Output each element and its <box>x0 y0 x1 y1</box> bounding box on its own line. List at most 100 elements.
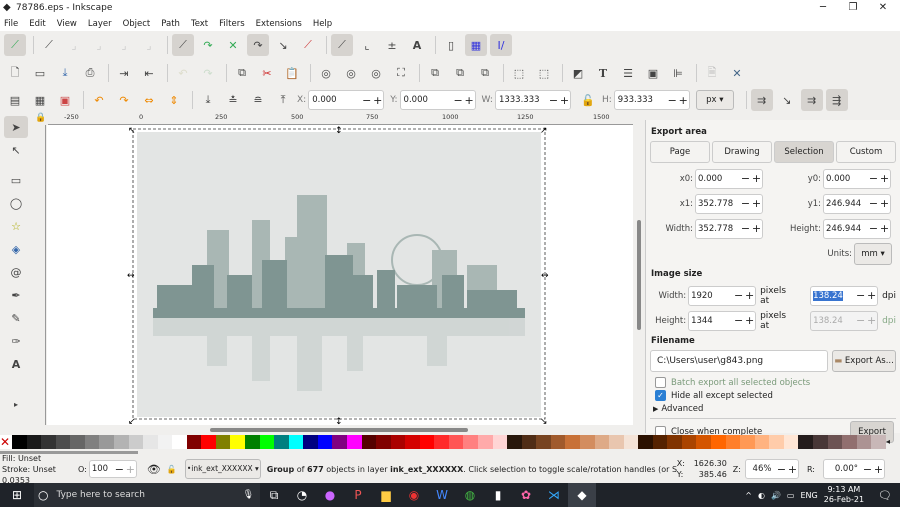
word-icon[interactable]: W <box>428 483 456 507</box>
width-decrement[interactable]: − <box>740 222 751 235</box>
h-field[interactable]: 933.333− + <box>613 90 690 110</box>
color-swatch[interactable] <box>259 435 275 449</box>
move-gradients-icon[interactable]: ⇉ <box>800 89 823 111</box>
img-height-decrement[interactable]: − <box>733 314 744 327</box>
select-all-icon[interactable]: ▤ <box>4 89 26 111</box>
stroke-value[interactable]: Unset <box>33 465 56 474</box>
color-swatch[interactable] <box>871 435 886 449</box>
calligraphy-tool-icon[interactable]: ✑ <box>4 330 28 352</box>
img-width-value[interactable]: 1920 <box>689 291 733 301</box>
color-swatch[interactable] <box>463 435 478 449</box>
menu-help[interactable]: Help <box>313 19 332 29</box>
star-tool-icon[interactable]: ☆ <box>4 215 28 237</box>
zoom-field[interactable]: 46% − + <box>744 459 799 479</box>
dpi-field[interactable]: 138.24 − + <box>810 285 879 306</box>
clock[interactable]: 9:13 AM 26-Feb-21 <box>824 485 864 505</box>
export-as-button[interactable]: ▬ Export As... <box>832 350 896 372</box>
flip-horizontal-icon[interactable]: ⇔ <box>138 89 160 111</box>
color-swatch[interactable] <box>201 435 216 449</box>
duplicate-icon[interactable]: ⧉ <box>424 62 446 84</box>
y0-increment[interactable]: + <box>879 172 890 185</box>
new-document-icon[interactable]: 🗋 <box>4 62 26 84</box>
x0-increment[interactable]: + <box>751 172 762 185</box>
3d-box-tool-icon[interactable]: ◈ <box>4 238 28 260</box>
color-swatch[interactable] <box>186 435 202 449</box>
pen-tool-icon[interactable]: ✒ <box>4 284 28 306</box>
vertical-scrollbar[interactable] <box>633 125 645 425</box>
horizontal-ruler[interactable]: -250 0 250 500 750 1000 1250 1500 <box>48 113 633 125</box>
taskbar-search[interactable]: ○ Type here to search 🎙 <box>34 483 260 507</box>
snap-smooth-icon[interactable]: ↘ <box>272 34 294 56</box>
dpi-increment[interactable]: + <box>866 289 877 302</box>
color-swatch[interactable] <box>740 435 755 449</box>
y1-value[interactable]: 246.944 <box>824 199 868 209</box>
h-value[interactable]: 933.333 <box>615 95 667 105</box>
rotation-field[interactable]: 0.00° − + <box>823 459 885 479</box>
color-swatch[interactable] <box>128 435 144 449</box>
battery-icon[interactable]: ▭ <box>787 491 795 500</box>
zoom-page-icon[interactable]: ◎ <box>365 62 387 84</box>
search-placeholder[interactable]: Type here to search <box>56 490 144 500</box>
height-field[interactable]: 246.944− + <box>823 218 891 239</box>
y0-decrement[interactable]: − <box>868 172 879 185</box>
zoom-value[interactable]: 46% <box>746 464 776 474</box>
palette-menu-icon[interactable]: ◂ <box>886 437 890 446</box>
color-swatch[interactable] <box>769 435 784 449</box>
more-tools-icon[interactable]: ▸ <box>4 393 28 415</box>
dpi-value[interactable]: 138.24 <box>813 290 843 301</box>
screen-recorder-icon[interactable]: ◉ <box>400 483 428 507</box>
color-swatch[interactable] <box>754 435 770 449</box>
img-height-value[interactable]: 1344 <box>689 316 733 326</box>
color-swatch[interactable] <box>390 435 406 449</box>
spiral-tool-icon[interactable]: @ <box>4 261 28 283</box>
color-swatch[interactable] <box>609 435 624 449</box>
horizontal-scrollbar[interactable] <box>47 425 633 434</box>
no-paint-swatch[interactable]: ✕ <box>0 435 12 449</box>
layer-lock-icon[interactable]: 🔓 <box>167 465 177 474</box>
raise-icon[interactable]: ≘ <box>247 89 269 111</box>
color-swatch[interactable] <box>638 435 653 449</box>
layer-visibility-icon[interactable]: 👁 <box>147 463 161 476</box>
flip-vertical-icon[interactable]: ⇕ <box>163 89 185 111</box>
lower-bottom-icon[interactable]: ⤓ <box>197 89 219 111</box>
opacity-value[interactable]: 100 <box>90 464 114 474</box>
copy-icon[interactable]: ⧉ <box>231 62 253 84</box>
units-select[interactable]: mm ▾ <box>854 242 892 265</box>
tab-drawing[interactable]: Drawing <box>712 141 772 163</box>
close-button[interactable]: ✕ <box>868 0 898 16</box>
align-distribute-icon[interactable]: ⊫ <box>667 62 689 84</box>
clock-app-icon[interactable]: ◔ <box>288 483 316 507</box>
node-tool-icon[interactable]: ↖ <box>4 139 28 161</box>
w-value[interactable]: 1333.333 <box>496 95 548 105</box>
ungroup-icon[interactable]: ⬚ <box>533 62 555 84</box>
rotate-ccw-icon[interactable]: ↶ <box>88 89 110 111</box>
y-field[interactable]: 0.000− + <box>399 90 476 110</box>
select-all-layers-icon[interactable]: ▦ <box>29 89 51 111</box>
x0-field[interactable]: 0.000− + <box>695 168 763 189</box>
vertical-ruler[interactable] <box>35 125 46 425</box>
height-value[interactable]: 246.944 <box>824 224 868 234</box>
lock-ratio-icon[interactable]: 🔓 <box>577 89 599 111</box>
file-explorer-icon[interactable]: ▆ <box>372 483 400 507</box>
menu-file[interactable]: File <box>4 19 18 29</box>
snap-cusp-icon[interactable]: ↷ <box>247 34 269 56</box>
layer-select[interactable]: •ink_ext_XXXXXX ▾ <box>184 459 261 479</box>
x1-value[interactable]: 352.778 <box>696 199 740 209</box>
y0-field[interactable]: 0.000− + <box>823 168 891 189</box>
color-swatch[interactable] <box>623 435 639 449</box>
y1-decrement[interactable]: − <box>868 197 879 210</box>
print-icon[interactable]: ⎙ <box>79 62 101 84</box>
menu-text[interactable]: Text <box>191 19 208 29</box>
snap-page-icon[interactable]: ▯ <box>440 34 462 56</box>
weather-icon[interactable]: ◐ <box>758 491 765 500</box>
menu-extensions[interactable]: Extensions <box>256 19 302 29</box>
snap-rotation-center-icon[interactable]: ± <box>381 34 403 56</box>
open-icon[interactable]: ▭ <box>29 62 51 84</box>
color-swatch[interactable] <box>245 435 260 449</box>
dpi-decrement[interactable]: − <box>855 289 866 302</box>
w-field[interactable]: 1333.333− + <box>494 90 571 110</box>
language-indicator[interactable]: ENG <box>800 491 817 500</box>
snap-others-icon[interactable]: ⟋ <box>331 34 353 56</box>
w-decrement[interactable]: − <box>548 94 559 107</box>
y0-value[interactable]: 0.000 <box>824 174 868 184</box>
